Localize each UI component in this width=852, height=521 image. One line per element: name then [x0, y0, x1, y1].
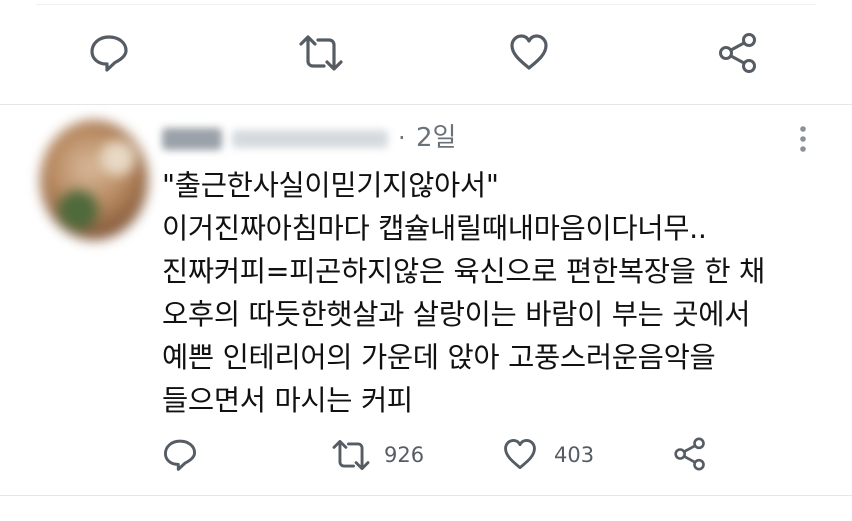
tweet-text-line: 오후의 따듯한햇살과 살랑이는 바람이 부는 곳에서 [162, 298, 751, 331]
share-icon[interactable] [716, 31, 760, 75]
retweet-count: 926 [384, 443, 425, 467]
display-name-blurred[interactable] [162, 128, 222, 150]
tweet-text-line: 진짜커피=피곤하지않은 육신으로 편한복장을 한 채 [162, 255, 765, 288]
share-icon[interactable] [672, 436, 708, 472]
tweet-text-line: "출근한사실이믿기지않아서" [162, 169, 499, 202]
reply-icon[interactable] [162, 436, 198, 472]
more-options-icon[interactable] [796, 124, 810, 156]
heart-icon[interactable] [508, 32, 550, 72]
avatar-detail [100, 140, 136, 176]
tweet-time[interactable]: 2일 [416, 124, 456, 153]
divider [0, 495, 852, 496]
retweet-icon[interactable] [330, 438, 372, 472]
avatar-detail [58, 190, 98, 230]
tweet-text-line: 예쁜 인테리어의 가운데 앉아 고풍스러운음악을 [162, 341, 716, 374]
previous-tweet-action-bar [0, 0, 852, 105]
tweet-text-line: 들으면서 마시는 커피 [162, 384, 413, 417]
tweet-text-line: 이거진짜아침마다 캡슐내릴때내마음이다너무.. [162, 212, 707, 245]
username-blurred[interactable] [232, 130, 388, 148]
heart-icon[interactable] [502, 437, 538, 471]
retweet-icon[interactable] [297, 33, 345, 73]
separator: · [398, 124, 406, 152]
avatar[interactable] [40, 120, 148, 240]
tweet-text: "출근한사실이믿기지않아서" 이거진짜아침마다 캡슐내릴때내마음이다너무.. 진… [162, 164, 822, 422]
like-count: 403 [554, 443, 595, 467]
reply-icon[interactable] [88, 31, 130, 73]
divider [36, 0, 816, 5]
